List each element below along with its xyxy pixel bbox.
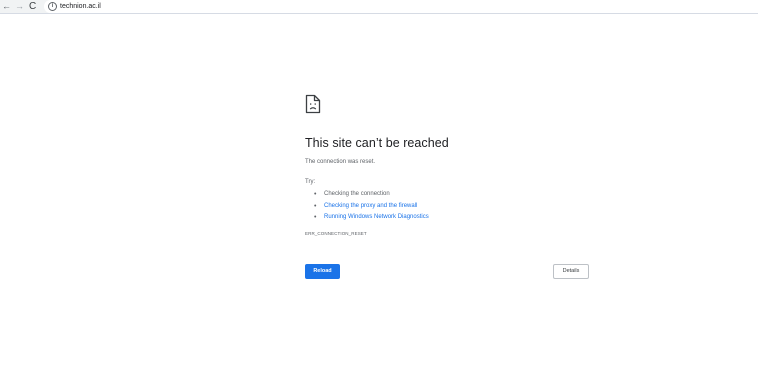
reload-button[interactable]: Reload: [305, 264, 340, 279]
address-bar[interactable]: i technion.ac.il: [44, 0, 758, 13]
page-title: This site can’t be reached: [305, 136, 449, 150]
forward-arrow-icon[interactable]: →: [15, 0, 24, 13]
info-icon[interactable]: i: [48, 2, 57, 11]
reload-icon[interactable]: C: [29, 0, 36, 13]
browser-toolbar: ← → C i technion.ac.il: [0, 0, 758, 14]
error-message: The connection was reset.: [305, 159, 376, 165]
suggestions-list: Checking the connection Checking the pro…: [314, 189, 429, 224]
error-code: ERR_CONNECTION_RESET: [305, 231, 367, 236]
try-label: Try:: [305, 179, 316, 185]
suggestion-network-diagnostics-link[interactable]: Running Windows Network Diagnostics: [314, 212, 429, 224]
sad-document-icon: [305, 94, 321, 114]
url-text[interactable]: technion.ac.il: [60, 0, 101, 13]
details-button[interactable]: Details: [553, 264, 589, 279]
suggestion-check-proxy-firewall-link[interactable]: Checking the proxy and the firewall: [314, 201, 429, 213]
suggestion-check-connection: Checking the connection: [314, 189, 429, 201]
back-arrow-icon[interactable]: ←: [2, 0, 11, 13]
